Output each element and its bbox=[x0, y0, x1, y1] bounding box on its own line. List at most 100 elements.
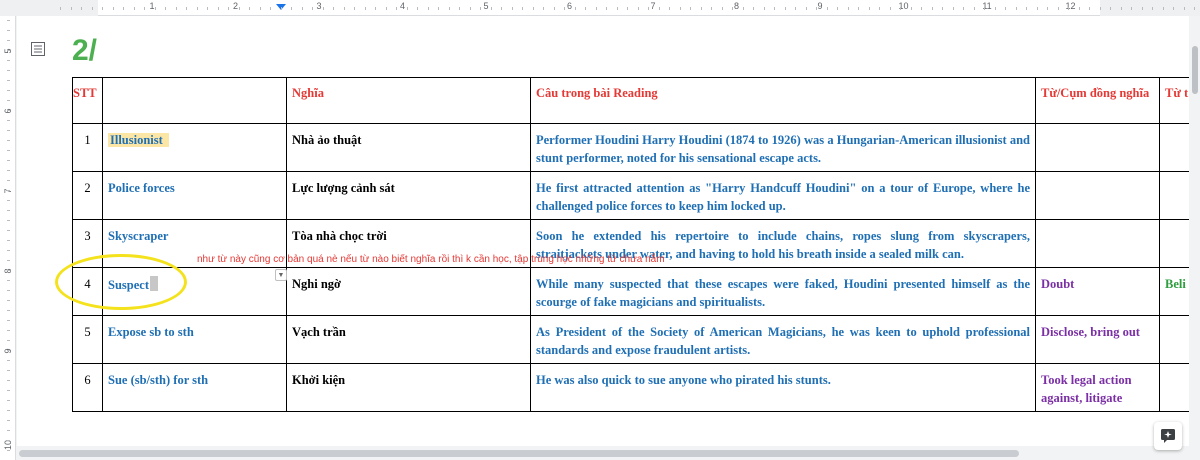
vertical-ruler-number: 9 bbox=[3, 348, 13, 354]
vertical-ruler-tick bbox=[7, 260, 10, 261]
row-synonym[interactable]: Disclose, bring out bbox=[1035, 315, 1160, 364]
row-synonym[interactable] bbox=[1035, 171, 1160, 220]
row-meaning[interactable]: Nghi ngờ bbox=[286, 267, 531, 316]
horizontal-ruler[interactable]: 1 2 3 4 5 6 7 8 9 10 11 12 bbox=[0, 0, 1200, 16]
row-antonym[interactable] bbox=[1159, 315, 1189, 364]
vertical-scrollbar[interactable] bbox=[1190, 16, 1200, 446]
vertical-ruler-tick bbox=[7, 380, 10, 381]
row-word[interactable]: Sue (sb/sth) for sth bbox=[102, 363, 287, 412]
row-word[interactable]: Expose sb to sth bbox=[102, 315, 287, 364]
row-word[interactable]: Police forces bbox=[102, 171, 287, 220]
ruler-tick bbox=[1194, 7, 1195, 10]
explore-button[interactable] bbox=[1154, 422, 1182, 450]
horizontal-scrollbar-thumb[interactable] bbox=[19, 450, 1019, 457]
ruler-tick bbox=[1173, 7, 1174, 10]
vertical-ruler[interactable]: 5 6 7 8 9 10 bbox=[0, 16, 16, 460]
vertical-ruler-tick bbox=[7, 110, 10, 111]
ruler-number: 6 bbox=[566, 1, 573, 11]
vertical-scrollbar-thumb[interactable] bbox=[1192, 46, 1198, 94]
ruler-tick bbox=[574, 7, 576, 10]
ruler-tick bbox=[669, 7, 670, 10]
ruler-tick bbox=[364, 7, 366, 10]
row-number[interactable]: 4 bbox=[72, 267, 103, 316]
explore-sparkle-icon bbox=[1161, 429, 1175, 443]
row-antonym[interactable] bbox=[1159, 171, 1189, 220]
row-number[interactable]: 1 bbox=[72, 123, 103, 172]
row-number[interactable]: 6 bbox=[72, 363, 103, 412]
row-meaning[interactable]: Nhà ảo thuật bbox=[286, 123, 531, 172]
row-number[interactable]: 3 bbox=[72, 219, 103, 268]
row-antonym[interactable]: Beli bbox=[1159, 267, 1189, 316]
ruler-tick bbox=[1110, 7, 1111, 10]
header-stt[interactable]: STT bbox=[72, 77, 103, 124]
ruler-tick bbox=[1005, 7, 1006, 10]
ruler-tick bbox=[994, 7, 996, 10]
document-page[interactable]: 2/ STT Nghĩa Câu trong bài Reading Từ/Cụ… bbox=[17, 16, 1189, 446]
vertical-ruler-tick bbox=[7, 240, 10, 241]
header-meaning[interactable]: Nghĩa bbox=[286, 77, 531, 124]
ruler-tick bbox=[900, 7, 901, 10]
ruler-number: 7 bbox=[650, 1, 656, 11]
row-sentence[interactable]: He was also quick to sue anyone who pira… bbox=[530, 363, 1036, 412]
ruler-tick bbox=[270, 7, 271, 10]
header-antonym[interactable]: Từ t bbox=[1159, 77, 1189, 124]
vertical-ruler-tick bbox=[7, 160, 10, 161]
ruler-tick bbox=[312, 7, 313, 10]
row-meaning[interactable]: Khởi kiện bbox=[286, 363, 531, 412]
ruler-tick bbox=[396, 7, 397, 10]
row-number[interactable]: 2 bbox=[72, 171, 103, 220]
vertical-ruler-tick bbox=[7, 280, 10, 281]
row-number[interactable]: 5 bbox=[72, 315, 103, 364]
vertical-ruler-tick bbox=[7, 300, 10, 301]
row-number-text: 3 bbox=[84, 229, 91, 243]
row-number-text: 4 bbox=[84, 277, 91, 291]
cell-dropdown-button[interactable]: ▼ bbox=[275, 269, 287, 281]
row-word[interactable]: Suspect bbox=[102, 267, 287, 316]
row-sentence[interactable]: As President of the Society of American … bbox=[530, 315, 1036, 364]
row-antonym[interactable] bbox=[1159, 219, 1189, 268]
row-sentence[interactable]: Performer Houdini Harry Houdini (1874 to… bbox=[530, 123, 1036, 172]
ruler-tick bbox=[532, 7, 534, 10]
ruler-tick bbox=[1183, 7, 1185, 10]
row-synonym[interactable] bbox=[1035, 123, 1160, 172]
row-word-text: Expose sb to sth bbox=[108, 325, 194, 339]
ruler-tick bbox=[543, 7, 544, 10]
vertical-ruler-tick bbox=[7, 70, 10, 71]
vertical-ruler-tick bbox=[7, 250, 10, 251]
row-sentence[interactable]: He first attracted attention as "Harry H… bbox=[530, 171, 1036, 220]
ruler-tick bbox=[133, 7, 135, 10]
row-meaning[interactable]: Lực lượng cảnh sát bbox=[286, 171, 531, 220]
row-synonym[interactable] bbox=[1035, 219, 1160, 268]
row-synonym[interactable]: Doubt bbox=[1035, 267, 1160, 316]
ruler-tick bbox=[480, 7, 481, 10]
ruler-number: 9 bbox=[817, 1, 823, 11]
vertical-ruler-number: 5 bbox=[3, 48, 13, 54]
table-header-row: STT Nghĩa Câu trong bài Reading Từ/Cụm đ… bbox=[72, 77, 1189, 124]
row-antonym[interactable] bbox=[1159, 123, 1189, 172]
vocabulary-table[interactable]: STT Nghĩa Câu trong bài Reading Từ/Cụm đ… bbox=[72, 77, 1189, 412]
ruler-tick bbox=[1152, 7, 1153, 10]
ruler-tick bbox=[868, 7, 870, 10]
ruler-tick bbox=[490, 7, 492, 10]
ruler-tick bbox=[112, 7, 114, 10]
header-word[interactable] bbox=[102, 77, 287, 124]
ruler-tick bbox=[1057, 7, 1059, 10]
header-synonym[interactable]: Từ/Cụm đồng nghĩa bbox=[1035, 77, 1160, 124]
ruler-tick bbox=[732, 7, 733, 10]
ruler-tick bbox=[805, 7, 807, 10]
row-antonym[interactable] bbox=[1159, 363, 1189, 412]
ruler-left-margin bbox=[0, 0, 98, 16]
horizontal-scrollbar[interactable] bbox=[17, 447, 1190, 460]
row-meaning[interactable]: Vạch trần bbox=[286, 315, 531, 364]
row-synonym[interactable]: Took legal action against, litigate bbox=[1035, 363, 1160, 412]
document-outline-button[interactable] bbox=[29, 40, 47, 58]
ruler-tick bbox=[448, 7, 450, 10]
header-sentence[interactable]: Câu trong bài Reading bbox=[530, 77, 1036, 124]
vertical-ruler-tick bbox=[7, 210, 10, 211]
ruler-number: 12 bbox=[1065, 1, 1076, 11]
row-sentence[interactable]: While many suspected that these escapes … bbox=[530, 267, 1036, 316]
ruler-tick bbox=[427, 7, 429, 10]
row-word[interactable]: Illusionist bbox=[102, 123, 287, 172]
ruler-tick bbox=[889, 7, 891, 10]
ruler-tick bbox=[1089, 7, 1090, 10]
